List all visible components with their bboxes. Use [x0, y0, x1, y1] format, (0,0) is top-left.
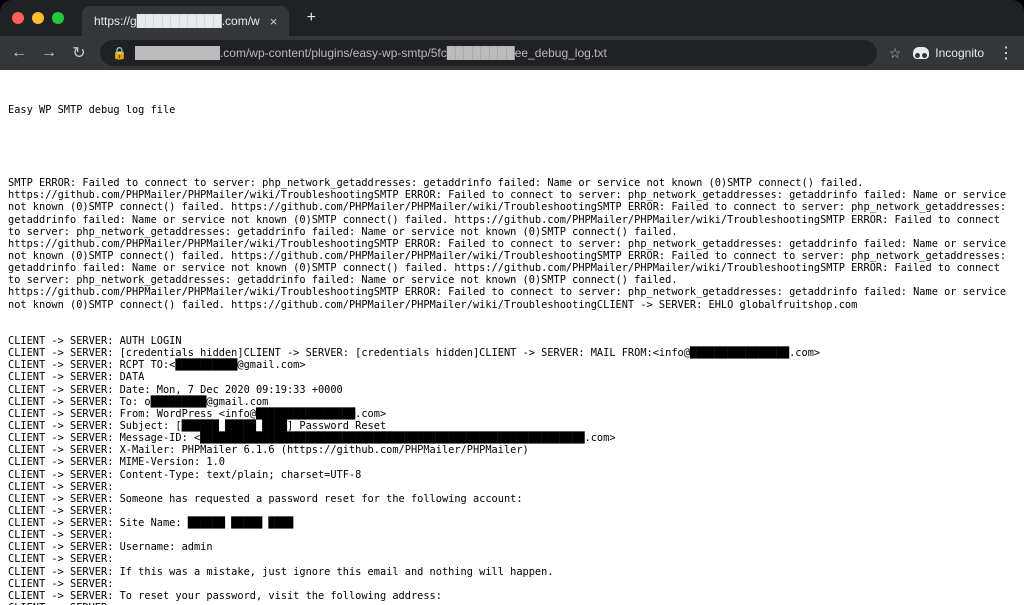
log-line: CLIENT -> SERVER: — [8, 578, 1016, 590]
log-error-block: SMTP ERROR: Failed to connect to server:… — [8, 177, 1016, 311]
log-line: CLIENT -> SERVER: — [8, 529, 1016, 541]
log-line: CLIENT -> SERVER: [credentials hidden]CL… — [8, 347, 1016, 359]
close-window-icon[interactable] — [12, 12, 24, 24]
lock-icon: 🔒 — [112, 46, 127, 60]
address-bar[interactable]: 🔒 ██████████.com/wp-content/plugins/easy… — [100, 40, 877, 66]
log-line: CLIENT -> SERVER: Site Name: ██████ ████… — [8, 517, 1016, 529]
incognito-icon — [913, 47, 929, 59]
log-line: CLIENT -> SERVER: Message-ID: <█████████… — [8, 432, 1016, 444]
log-line: CLIENT -> SERVER: Username: admin — [8, 541, 1016, 553]
log-line: CLIENT -> SERVER: — [8, 481, 1016, 493]
log-line: CLIENT -> SERVER: — [8, 553, 1016, 565]
back-button[interactable]: ← — [10, 44, 28, 62]
maximize-window-icon[interactable] — [52, 12, 64, 24]
log-line: CLIENT -> SERVER: — [8, 505, 1016, 517]
toolbar: ← → ↻ 🔒 ██████████.com/wp-content/plugin… — [0, 36, 1024, 70]
log-line: CLIENT -> SERVER: Someone has requested … — [8, 493, 1016, 505]
log-line: CLIENT -> SERVER: AUTH LOGIN — [8, 335, 1016, 347]
tab-title: https://g██████████.com/w — [94, 14, 260, 28]
reload-button[interactable]: ↻ — [70, 43, 88, 63]
page-content[interactable]: Easy WP SMTP debug log file SMTP ERROR: … — [0, 70, 1024, 605]
menu-button[interactable]: ⋮ — [998, 43, 1014, 63]
log-title: Easy WP SMTP debug log file — [8, 104, 1016, 116]
url-text: ██████████.com/wp-content/plugins/easy-w… — [135, 46, 607, 60]
log-line: CLIENT -> SERVER: MIME-Version: 1.0 — [8, 456, 1016, 468]
new-tab-button[interactable]: + — [299, 6, 323, 30]
log-line: CLIENT -> SERVER: To reset your password… — [8, 590, 1016, 602]
log-line: CLIENT -> SERVER: X-Mailer: PHPMailer 6.… — [8, 444, 1016, 456]
log-line: CLIENT -> SERVER: Date: Mon, 7 Dec 2020 … — [8, 384, 1016, 396]
bookmark-star-icon[interactable]: ☆ — [889, 45, 902, 62]
incognito-badge: Incognito — [913, 46, 984, 60]
log-line: CLIENT -> SERVER: From: WordPress <info@… — [8, 408, 1016, 420]
forward-button[interactable]: → — [40, 44, 58, 62]
log-line: CLIENT -> SERVER: DATA — [8, 371, 1016, 383]
close-tab-icon[interactable]: × — [270, 14, 278, 29]
browser-tab[interactable]: https://g██████████.com/w × — [82, 6, 289, 36]
log-line: CLIENT -> SERVER: Subject: [██████ █████… — [8, 420, 1016, 432]
log-line: CLIENT -> SERVER: Content-Type: text/pla… — [8, 469, 1016, 481]
incognito-label: Incognito — [935, 46, 984, 60]
log-line: CLIENT -> SERVER: RCPT TO:<██████████@gm… — [8, 359, 1016, 371]
log-text: Easy WP SMTP debug log file SMTP ERROR: … — [8, 80, 1016, 605]
toolbar-right: Incognito ⋮ — [913, 43, 1014, 63]
tab-strip: https://g██████████.com/w × + — [0, 0, 1024, 36]
browser-window: https://g██████████.com/w × + ← → ↻ 🔒 ██… — [0, 0, 1024, 605]
minimize-window-icon[interactable] — [32, 12, 44, 24]
log-line: CLIENT -> SERVER: If this was a mistake,… — [8, 566, 1016, 578]
log-line: CLIENT -> SERVER: To: o█████████@gmail.c… — [8, 396, 1016, 408]
window-controls — [12, 12, 64, 24]
